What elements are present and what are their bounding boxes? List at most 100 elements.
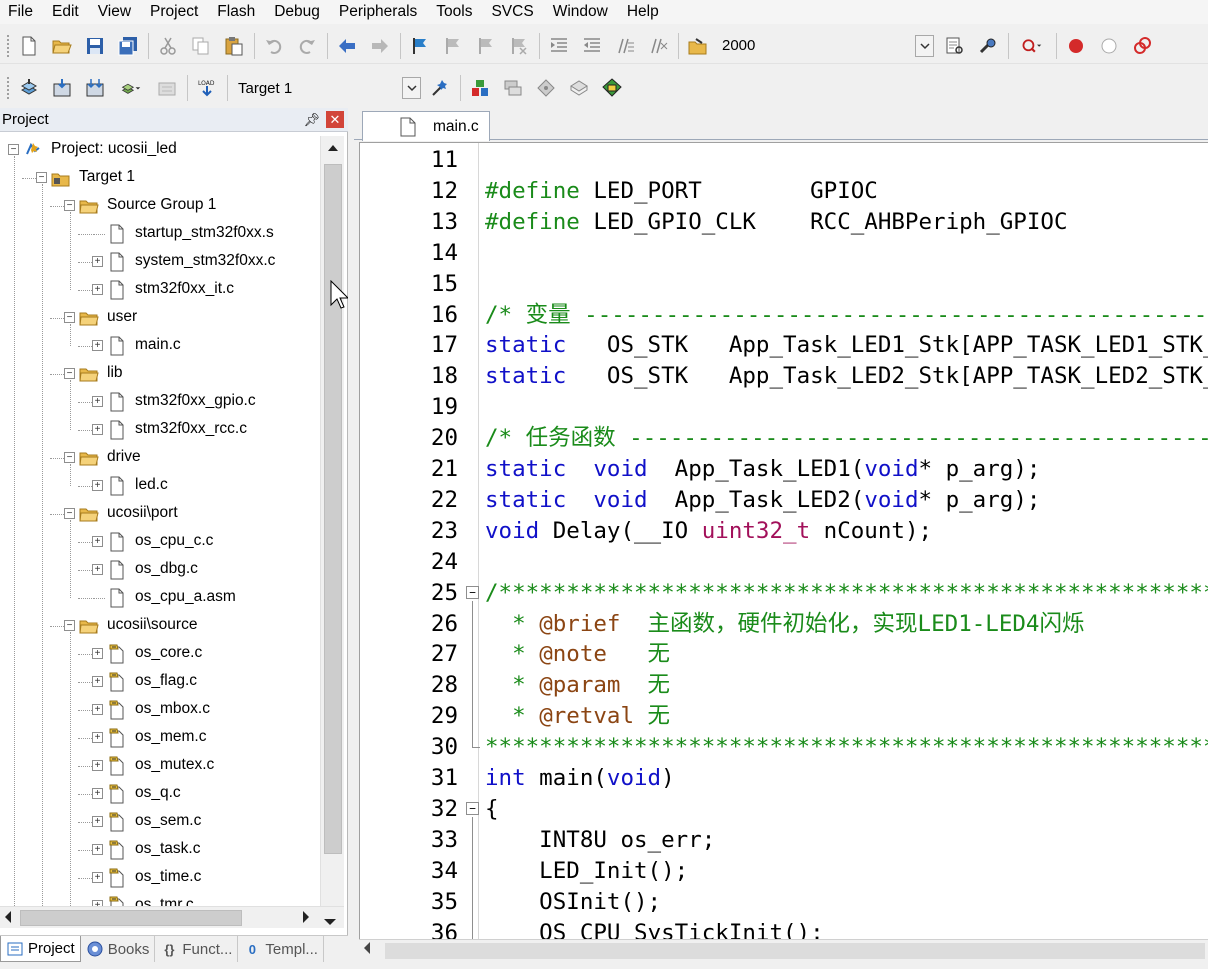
expand-icon[interactable]: + — [92, 536, 103, 547]
collapse-icon[interactable]: − — [64, 508, 75, 519]
tree-node-file[interactable]: startup_stm32f0xx.s — [0, 220, 320, 248]
expand-icon[interactable]: + — [92, 788, 103, 799]
project-tree-horizontal-scrollbar[interactable] — [0, 906, 344, 928]
tree-node-file[interactable]: + os_sem.c — [0, 808, 320, 836]
expand-icon[interactable]: + — [92, 844, 103, 855]
tree-node-file[interactable]: + stm32f0xx_it.c — [0, 276, 320, 304]
pack-installer-icon[interactable] — [566, 75, 592, 101]
expand-icon[interactable]: + — [92, 424, 103, 435]
expand-icon[interactable]: + — [92, 704, 103, 715]
scroll-left-icon[interactable] — [4, 910, 12, 927]
scroll-left-icon[interactable] — [363, 942, 371, 957]
tree-node-folder[interactable]: − drive — [0, 444, 320, 472]
scrollbar-track[interactable] — [385, 943, 1205, 959]
tree-node-file[interactable]: + os_cpu_c.c — [0, 528, 320, 556]
pack-update-icon[interactable] — [599, 75, 625, 101]
code-editor[interactable]: 11 12 #define LED_PORT GPIOC 13 #define LED_… — [359, 142, 1208, 939]
breakpoint-kill-icon[interactable] — [1129, 33, 1155, 59]
expand-icon[interactable]: + — [92, 480, 103, 491]
expand-icon[interactable]: + — [92, 284, 103, 295]
tree-node-file[interactable]: + os_flag.c — [0, 668, 320, 696]
translate-icon[interactable] — [16, 75, 42, 101]
expand-icon[interactable]: + — [92, 340, 103, 351]
collapse-icon[interactable]: − — [64, 620, 75, 631]
build-icon[interactable] — [49, 75, 75, 101]
bookmark-insert-icon[interactable] — [407, 33, 433, 59]
tab-project[interactable]: Project — [0, 936, 81, 962]
fold-collapse-icon[interactable]: − — [466, 801, 479, 815]
breakpoint-disable-icon[interactable] — [1096, 33, 1122, 59]
tree-node-file[interactable]: + os_task.c — [0, 836, 320, 864]
menu-item-tools[interactable]: Tools — [428, 0, 483, 24]
scroll-up-icon[interactable] — [321, 136, 345, 160]
toolbar-grip[interactable] — [6, 33, 10, 58]
tab-main-c[interactable]: main.c — [362, 111, 490, 141]
tree-node-file[interactable]: + stm32f0xx_gpio.c — [0, 388, 320, 416]
save-all-icon[interactable] — [115, 33, 141, 59]
save-icon[interactable] — [82, 33, 108, 59]
toolbar-grip[interactable] — [6, 76, 10, 100]
batch-build-icon[interactable] — [115, 75, 147, 101]
scrollbar-thumb[interactable] — [324, 164, 342, 854]
navigate-forward-icon[interactable] — [367, 33, 393, 59]
expand-icon[interactable]: + — [92, 816, 103, 827]
expand-icon[interactable]: + — [92, 648, 103, 659]
find-in-files-icon[interactable] — [685, 33, 711, 59]
tree-node-file[interactable]: + os_mbox.c — [0, 696, 320, 724]
navigate-back-icon[interactable] — [334, 33, 360, 59]
manage-project-items-icon[interactable] — [467, 75, 493, 101]
bookmark-prev-icon[interactable] — [440, 33, 466, 59]
expand-icon[interactable]: + — [92, 760, 103, 771]
menu-item-file[interactable]: File — [0, 0, 44, 24]
tree-node-folder[interactable]: − ucosii\source — [0, 612, 320, 640]
close-icon[interactable]: ✕ — [326, 111, 344, 128]
tree-node-target[interactable]: − Target 1 — [0, 164, 320, 192]
expand-icon[interactable]: + — [92, 732, 103, 743]
collapse-icon[interactable]: − — [64, 312, 75, 323]
tree-node-file[interactable]: + os_q.c — [0, 780, 320, 808]
menu-item-window[interactable]: Window — [545, 0, 619, 24]
scroll-down-icon[interactable] — [324, 913, 336, 930]
scroll-right-icon[interactable] — [302, 910, 310, 927]
find-combo-value[interactable]: 2000 — [722, 37, 755, 54]
indent-icon[interactable] — [546, 33, 572, 59]
find-combo-dropdown[interactable] — [915, 34, 935, 57]
menu-item-peripherals[interactable]: Peripherals — [331, 0, 428, 24]
unindent-icon[interactable] — [579, 33, 605, 59]
undo-icon[interactable] — [261, 33, 287, 59]
collapse-icon[interactable]: − — [64, 200, 75, 211]
tab-funct[interactable]: {} Funct... — [155, 936, 239, 962]
breakpoint-insert-icon[interactable] — [1063, 33, 1089, 59]
menu-item-view[interactable]: View — [90, 0, 142, 24]
menu-item-project[interactable]: Project — [142, 0, 209, 24]
collapse-icon[interactable]: − — [36, 172, 47, 183]
editor-horizontal-scrollbar[interactable] — [359, 939, 1208, 961]
tab-books[interactable]: Books — [81, 936, 156, 962]
comment-selection-icon[interactable] — [612, 33, 638, 59]
expand-icon[interactable]: + — [92, 676, 103, 687]
collapse-icon[interactable]: − — [64, 452, 75, 463]
tree-node-file[interactable]: + main.c — [0, 332, 320, 360]
tree-node-file[interactable]: + os_dbg.c — [0, 556, 320, 584]
select-packs-icon[interactable] — [500, 75, 526, 101]
tree-node-file[interactable]: + stm32f0xx_rcc.c — [0, 416, 320, 444]
paste-icon[interactable] — [221, 33, 247, 59]
tree-node-folder[interactable]: − lib — [0, 360, 320, 388]
new-file-icon[interactable] — [16, 33, 42, 59]
expand-icon[interactable]: + — [92, 256, 103, 267]
tab-templ[interactable]: 0 Templ... — [238, 936, 324, 962]
expand-icon[interactable]: + — [92, 396, 103, 407]
open-folder-icon[interactable] — [49, 33, 75, 59]
stop-build-icon[interactable] — [154, 75, 180, 101]
tree-node-file[interactable]: + os_mem.c — [0, 724, 320, 752]
download-icon[interactable]: LOAD — [194, 75, 220, 101]
debug-session-icon[interactable] — [1015, 33, 1049, 59]
find-icon[interactable] — [942, 33, 968, 59]
bookmark-next-icon[interactable] — [473, 33, 499, 59]
collapse-icon[interactable]: − — [64, 368, 75, 379]
expand-icon[interactable]: + — [92, 872, 103, 883]
copy-icon[interactable] — [188, 33, 214, 59]
collapse-icon[interactable]: − — [8, 144, 19, 155]
target-select-value[interactable]: Target 1 — [238, 80, 292, 97]
tree-node-project[interactable]: − Project: ucosii_led — [0, 136, 320, 164]
